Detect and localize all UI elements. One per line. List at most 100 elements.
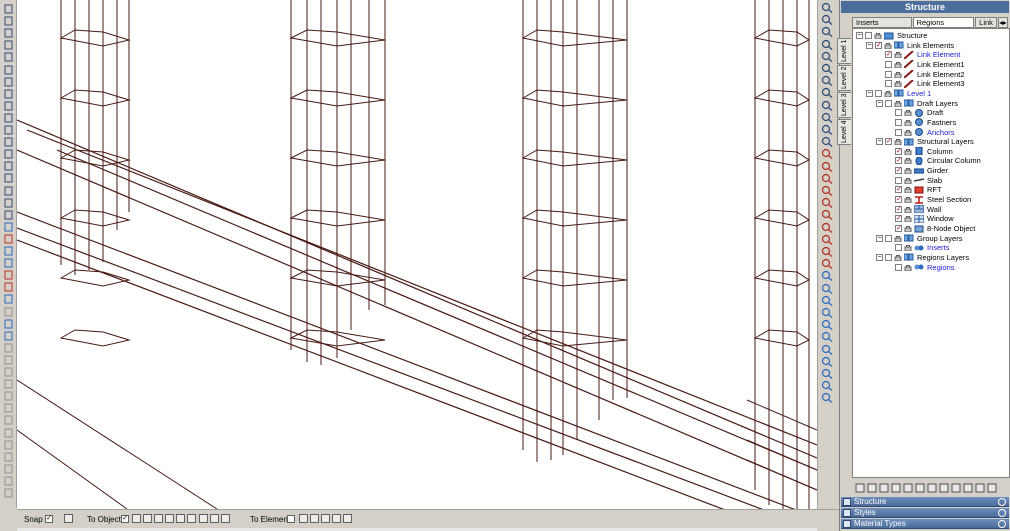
- render-6-icon[interactable]: [821, 331, 833, 343]
- tree-item[interactable]: ✓ Circular Column: [886, 156, 981, 166]
- slab-icon[interactable]: [3, 258, 14, 268]
- tree-item[interactable]: Draft: [886, 108, 943, 117]
- more-10-icon[interactable]: [3, 452, 14, 462]
- tree-item[interactable]: ✓ Window: [886, 214, 954, 224]
- to-element-checkbox[interactable]: [287, 515, 295, 523]
- lock-icon[interactable]: [894, 80, 902, 88]
- dimension-icon[interactable]: [3, 125, 14, 135]
- snap-intersection-icon[interactable]: [210, 514, 219, 523]
- zoom-out-icon[interactable]: [821, 63, 833, 74]
- extend-icon[interactable]: [3, 210, 14, 220]
- view-iso-4-icon[interactable]: [821, 209, 833, 221]
- dock-expand-icon[interactable]: [998, 498, 1006, 506]
- visibility-checkbox[interactable]: ✓: [895, 196, 902, 204]
- tree-item[interactable]: Fastners: [886, 118, 956, 127]
- elem-snap-4-icon[interactable]: [332, 514, 341, 523]
- lock-icon[interactable]: [894, 51, 902, 59]
- render-1-icon[interactable]: [821, 270, 833, 282]
- lock-icon[interactable]: [904, 119, 912, 127]
- new-layer-icon[interactable]: [927, 483, 937, 493]
- measure-icon[interactable]: [3, 137, 14, 147]
- grid-icon[interactable]: [821, 14, 833, 26]
- rectangle-icon[interactable]: [3, 40, 14, 50]
- visibility-checkbox[interactable]: ✓: [895, 147, 902, 155]
- polyline-icon[interactable]: [3, 28, 14, 38]
- elem-snap-1-icon[interactable]: [299, 514, 308, 523]
- visibility-checkbox[interactable]: [895, 263, 902, 271]
- zoom-previous-icon[interactable]: [821, 100, 833, 111]
- snap-perpendicular-icon[interactable]: [176, 514, 185, 523]
- visibility-checkbox[interactable]: ✓: [895, 167, 902, 175]
- tree-item[interactable]: ✓ 8-Node Object: [886, 224, 975, 233]
- visibility-checkbox[interactable]: [895, 244, 902, 252]
- show-all-icon[interactable]: [975, 483, 985, 493]
- expand-toggle[interactable]: −: [876, 253, 883, 261]
- zoom-in-icon[interactable]: [821, 51, 833, 62]
- view-iso-3-icon[interactable]: [821, 197, 833, 209]
- visibility-checkbox[interactable]: [865, 32, 872, 39]
- lock-icon[interactable]: [904, 264, 912, 272]
- more-6-icon[interactable]: [3, 403, 14, 413]
- visibility-checkbox[interactable]: ✓: [895, 157, 902, 165]
- visibility-checkbox[interactable]: [875, 89, 882, 97]
- circle-icon[interactable]: [3, 52, 14, 62]
- tree-item[interactable]: − Regions Layers: [876, 253, 969, 262]
- expand-toggle[interactable]: −: [856, 32, 863, 39]
- layer-properties-icon[interactable]: [879, 483, 889, 493]
- tree-item[interactable]: Link Element2: [876, 69, 965, 79]
- more-7-icon[interactable]: [3, 415, 14, 425]
- visibility-checkbox[interactable]: [885, 70, 892, 78]
- visibility-checkbox[interactable]: ✓: [895, 225, 902, 232]
- lock-icon[interactable]: [904, 225, 912, 233]
- snap-center-icon[interactable]: [154, 514, 163, 523]
- zoom-selection-icon[interactable]: [821, 136, 833, 148]
- print-icon[interactable]: [821, 2, 833, 13]
- render-5-icon[interactable]: [821, 319, 833, 331]
- zoom-realtime-icon[interactable]: [821, 124, 833, 135]
- move-icon[interactable]: [3, 149, 14, 159]
- visibility-checkbox[interactable]: [895, 128, 902, 136]
- visibility-checkbox[interactable]: ✓: [895, 205, 902, 213]
- lock-icon[interactable]: [874, 32, 882, 40]
- lock-icon[interactable]: [884, 90, 892, 98]
- tree-item[interactable]: ✓ Link Element: [876, 50, 960, 60]
- lock-icon[interactable]: [904, 177, 912, 185]
- visibility-checkbox[interactable]: [895, 176, 902, 184]
- tree-item[interactable]: − Group Layers: [876, 234, 962, 243]
- view-iso-1-icon[interactable]: [821, 173, 833, 184]
- mirror-icon[interactable]: [3, 186, 14, 196]
- tree-item[interactable]: Slab: [886, 176, 942, 185]
- ortho-icon[interactable]: [821, 26, 833, 38]
- isolate-icon[interactable]: [963, 483, 973, 493]
- render-11-icon[interactable]: [821, 392, 833, 404]
- more-13-icon[interactable]: [3, 488, 14, 498]
- view-iso-5-icon[interactable]: [821, 222, 833, 233]
- tree-item[interactable]: − ✓ Link Elements: [866, 41, 954, 50]
- lock-icon[interactable]: [904, 167, 912, 175]
- tab-level-2[interactable]: Level 2: [837, 65, 851, 91]
- dock-expand-icon[interactable]: [998, 509, 1006, 517]
- line-icon[interactable]: [3, 16, 14, 26]
- lock-icon[interactable]: [904, 196, 912, 204]
- ellipse-icon[interactable]: [3, 65, 14, 75]
- view-iso-7-icon[interactable]: [821, 246, 833, 257]
- layer-up-icon[interactable]: [891, 483, 901, 493]
- tree-item[interactable]: Regions: [886, 263, 955, 272]
- dock-bar-styles[interactable]: Styles: [841, 508, 1009, 518]
- tab-level-4[interactable]: Level 4: [837, 119, 851, 145]
- dock-bar-structure[interactable]: Structure: [841, 497, 1009, 507]
- lock-icon[interactable]: [904, 244, 912, 252]
- tree-item[interactable]: Anchors: [886, 128, 955, 137]
- tab-link[interactable]: Link: [975, 17, 998, 28]
- hatch-icon[interactable]: [3, 113, 14, 123]
- tree-item[interactable]: − Level 1: [866, 89, 931, 98]
- lock-icon[interactable]: [904, 186, 912, 194]
- lock-icon[interactable]: [904, 157, 912, 165]
- lock-icon[interactable]: [904, 148, 912, 156]
- tree-item[interactable]: ✓ RFT: [886, 185, 942, 194]
- pen-icon[interactable]: [855, 483, 865, 493]
- spline-icon[interactable]: [3, 89, 14, 99]
- 3d-viewport[interactable]: [17, 0, 817, 509]
- render-2-icon[interactable]: [821, 283, 833, 294]
- text-icon[interactable]: [3, 101, 14, 111]
